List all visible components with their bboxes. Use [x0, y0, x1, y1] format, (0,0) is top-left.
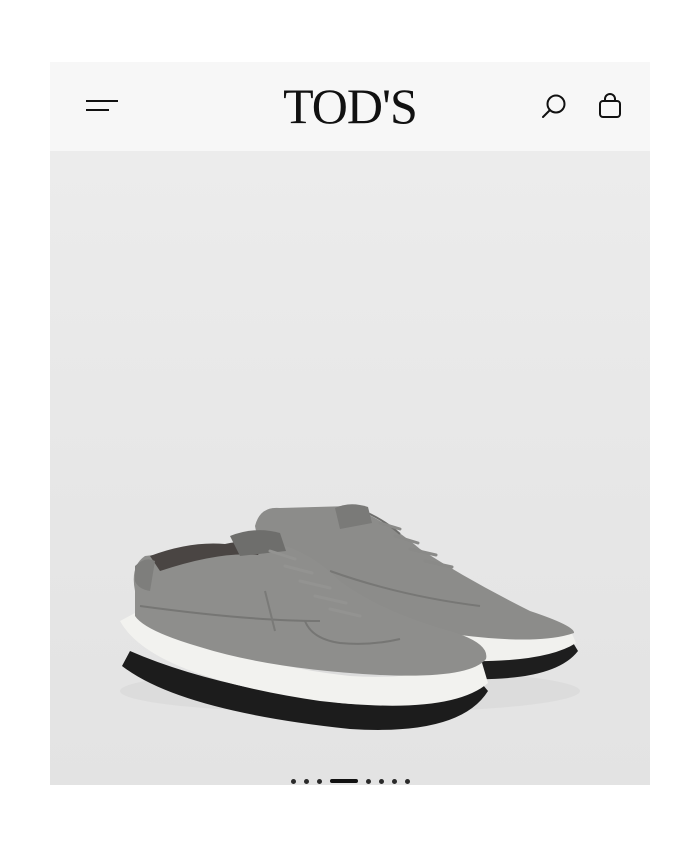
- shopping-bag-icon[interactable]: [596, 92, 624, 120]
- product-image[interactable]: [50, 151, 650, 785]
- carousel-dot[interactable]: [365, 778, 371, 784]
- search-icon[interactable]: [540, 92, 568, 120]
- top-header: TOD'S: [50, 62, 650, 151]
- carousel-dot[interactable]: [290, 778, 296, 784]
- carousel-dot[interactable]: [404, 778, 410, 784]
- carousel-dot[interactable]: [316, 778, 322, 784]
- carousel-dot[interactable]: [378, 778, 384, 784]
- carousel-dot[interactable]: [391, 778, 397, 784]
- carousel-dot-active[interactable]: [329, 779, 358, 783]
- carousel-dot[interactable]: [303, 778, 309, 784]
- carousel-pagination: [0, 776, 700, 786]
- grey-suede-sneakers-image: [120, 504, 580, 730]
